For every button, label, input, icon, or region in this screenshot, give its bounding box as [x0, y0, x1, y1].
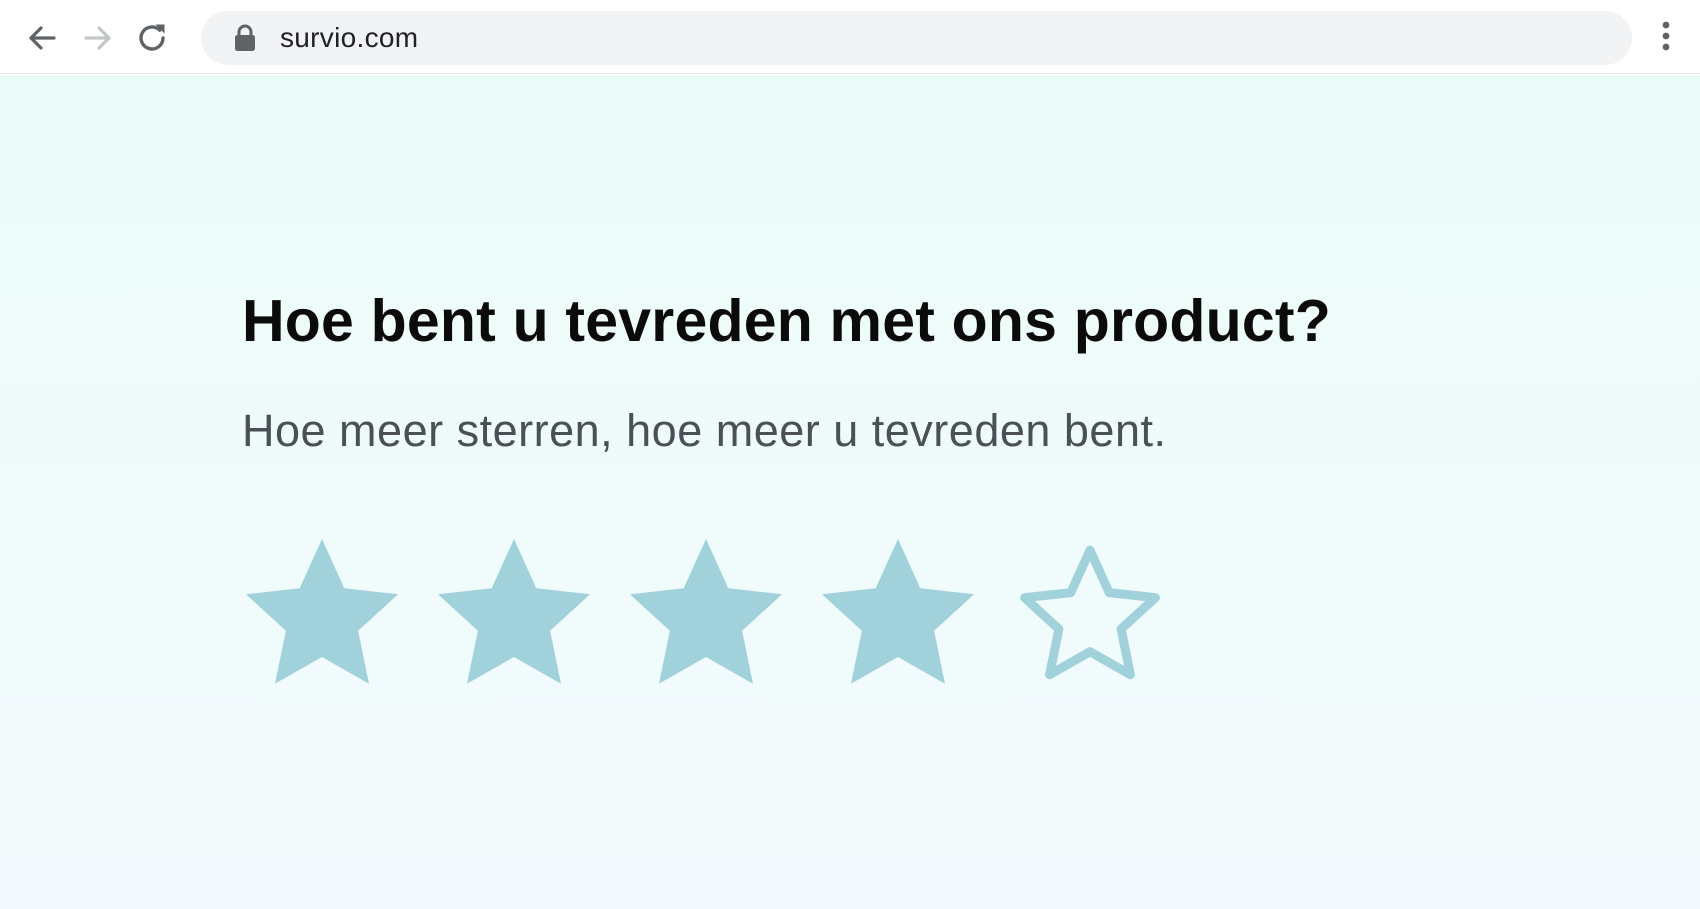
arrow-right-icon — [82, 22, 114, 54]
star-empty-icon[interactable] — [1010, 535, 1170, 695]
question-hint: Hoe meer sterren, hoe meer u tevreden be… — [242, 405, 1167, 456]
question-title: Hoe bent u tevreden met ons product? — [242, 288, 1331, 354]
reload-button[interactable] — [130, 16, 174, 60]
reload-icon — [135, 21, 169, 55]
more-vertical-icon — [1661, 20, 1671, 57]
browser-menu-button[interactable] — [1650, 18, 1682, 58]
star-filled-icon[interactable] — [242, 535, 402, 695]
star-filled-icon[interactable] — [818, 535, 978, 695]
back-button[interactable] — [20, 16, 64, 60]
forward-button[interactable] — [76, 16, 120, 60]
address-bar[interactable]: survio.com — [201, 11, 1632, 65]
star-rating — [242, 535, 1192, 695]
lock-icon — [234, 24, 256, 52]
browser-toolbar: survio.com — [0, 0, 1700, 74]
url-text: survio.com — [280, 22, 419, 53]
star-filled-icon[interactable] — [626, 535, 786, 695]
survey-page: Hoe bent u tevreden met ons product? Hoe… — [0, 75, 1700, 909]
star-filled-icon[interactable] — [434, 535, 594, 695]
arrow-left-icon — [26, 22, 58, 54]
